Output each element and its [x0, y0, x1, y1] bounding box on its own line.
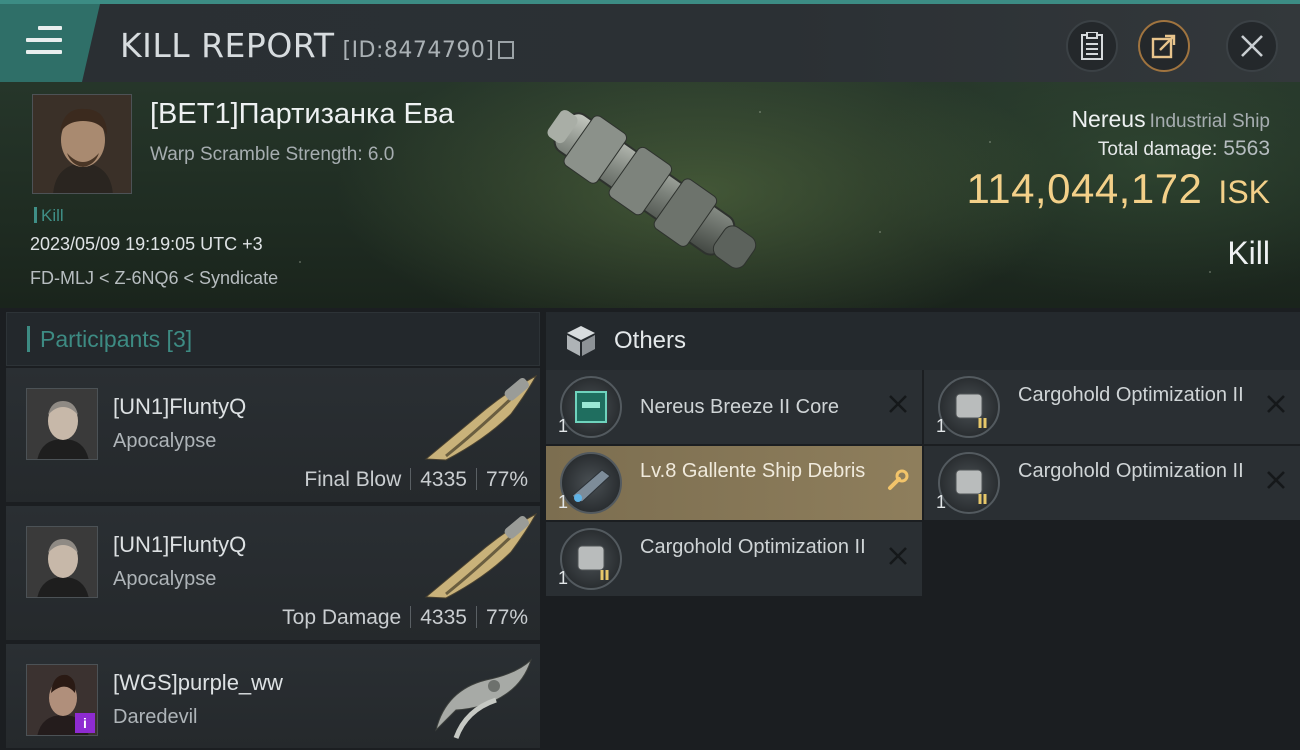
participant-role: Top Damage: [282, 606, 402, 629]
close-icon: [1241, 35, 1263, 57]
participant-ship-image: [435, 658, 533, 739]
pilot-avatar-icon: [27, 389, 97, 459]
participant-ship-image: [424, 374, 538, 461]
participant-row[interactable]: [UN1]FluntyQ Apocalypse Top Damage 4335 77…: [6, 506, 540, 642]
close-button[interactable]: [1226, 20, 1278, 72]
hamburger-icon: [26, 26, 62, 54]
isk-value: 114,044,172: [966, 165, 1203, 212]
total-damage-label: Total damage:: [1097, 139, 1218, 160]
participant-ship: Apocalypse: [113, 568, 217, 590]
loot-item[interactable]: 1 Lv.8 Gallente Ship Debris: [546, 446, 922, 520]
participants-header: Participants [3]: [6, 312, 540, 366]
pilot-avatar-icon: [33, 95, 131, 193]
menu-button[interactable]: [0, 4, 100, 82]
others-header: Others: [546, 312, 1300, 370]
item-name: Cargohold Optimization II: [640, 536, 866, 558]
total-damage-value: 5563: [1223, 137, 1270, 160]
others-title: Others: [614, 327, 687, 354]
participant-name: [UN1]FluntyQ: [113, 532, 247, 557]
item-quantity: 1: [558, 492, 569, 512]
participant-portrait[interactable]: [26, 526, 98, 598]
victim-summary: Nereus Industrial Ship Total damage: 5563 …: [966, 106, 1270, 272]
participant-ship: Daredevil: [113, 706, 198, 728]
pilot-avatar-icon: [27, 527, 97, 597]
cargohold-module-icon: [938, 376, 1000, 438]
item-name: Lv.8 Gallente Ship Debris: [640, 460, 866, 482]
victim-ship-name: Nereus: [1071, 106, 1146, 132]
participant-row[interactable]: [UN1]FluntyQ Apocalypse Final Blow 4335 77…: [6, 368, 540, 504]
victim-banner: [BET1]Партизанка Ева Warp Scramble Stren…: [0, 82, 1300, 308]
participant-name: [UN1]FluntyQ: [113, 394, 247, 419]
info-badge-icon: i: [75, 713, 95, 733]
participant-portrait[interactable]: [26, 388, 98, 460]
result-label: Kill: [1227, 235, 1270, 271]
destroyed-x-icon: [1267, 395, 1285, 413]
warp-scramble: Warp Scramble Strength: 6.0: [150, 144, 395, 165]
participant-portrait[interactable]: i: [26, 664, 98, 736]
item-name: Nereus Breeze II Core: [640, 396, 839, 418]
share-button[interactable]: [1138, 20, 1190, 72]
cube-icon: [567, 326, 595, 356]
kill-id: [ID:8474790]: [342, 38, 495, 63]
kill-timestamp: 2023/05/09 19:19:05 UTC +3: [30, 234, 263, 254]
participant-name: [WGS]purple_ww: [113, 670, 283, 695]
participant-role: Final Blow: [304, 468, 402, 491]
victim-name: [BET1]Партизанка Ева: [150, 98, 455, 130]
top-bar: KILL REPORT [ID:8474790]: [0, 0, 1300, 82]
cargohold-module-icon: [560, 528, 622, 590]
participant-percent: 77%: [485, 468, 528, 491]
title-text: KILL REPORT: [120, 26, 335, 65]
clipboard-button[interactable]: [1066, 20, 1118, 72]
participants-panel: Participants [3] [UN1]FluntyQ Apocalypse…: [6, 312, 540, 750]
participant-stats: Final Blow 4335 77%: [304, 468, 528, 492]
participant-damage: 4335: [420, 606, 467, 629]
core-module-icon: [560, 376, 622, 438]
victim-ship-class: Industrial Ship: [1149, 111, 1270, 132]
item-name: Cargohold Optimization II: [1018, 384, 1244, 406]
destroyed-x-icon: [889, 547, 907, 565]
cargohold-module-icon: [938, 452, 1000, 514]
isk-unit: ISK: [1218, 174, 1270, 210]
ship-debris-icon: [560, 452, 622, 514]
wrench-icon: [888, 469, 909, 490]
page-title: KILL REPORT [ID:8474790]: [120, 26, 515, 65]
item-quantity: 1: [936, 416, 947, 436]
loot-item[interactable]: 1 Cargohold Optimization II: [546, 522, 922, 596]
destroyed-x-icon: [889, 395, 907, 413]
item-quantity: 1: [558, 416, 569, 436]
participant-percent: 77%: [485, 606, 528, 629]
destroyed-x-icon: [1267, 471, 1285, 489]
kill-location: FD-MLJ < Z-6NQ6 < Syndicate: [30, 268, 279, 288]
loot-item[interactable]: 1 Cargohold Optimization II: [924, 446, 1300, 520]
item-quantity: 1: [936, 492, 947, 512]
clipboard-icon: [1081, 32, 1103, 60]
share-icon: [1151, 34, 1176, 59]
participant-ship-image: [424, 512, 538, 599]
participants-title: Participants [3]: [40, 325, 193, 352]
loot-item[interactable]: 1 Nereus Breeze II Core: [546, 370, 922, 444]
kill-tag: Kill: [34, 206, 64, 226]
item-name: Cargohold Optimization II: [1018, 460, 1244, 482]
participant-stats: Top Damage 4335 77%: [282, 606, 528, 630]
copy-icon[interactable]: [498, 41, 515, 59]
participant-damage: 4335: [420, 468, 467, 491]
victim-portrait[interactable]: [32, 94, 132, 194]
loot-item[interactable]: 1 Cargohold Optimization II: [924, 370, 1300, 444]
others-panel: Others 1 Nereus Breeze II Core 1 Lv.8 Ga…: [546, 312, 1300, 750]
item-quantity: 1: [558, 568, 569, 588]
victim-ship-image: [547, 110, 757, 269]
participant-row[interactable]: i [WGS]purple_ww Daredevil: [6, 644, 540, 750]
participant-ship: Apocalypse: [113, 430, 217, 452]
